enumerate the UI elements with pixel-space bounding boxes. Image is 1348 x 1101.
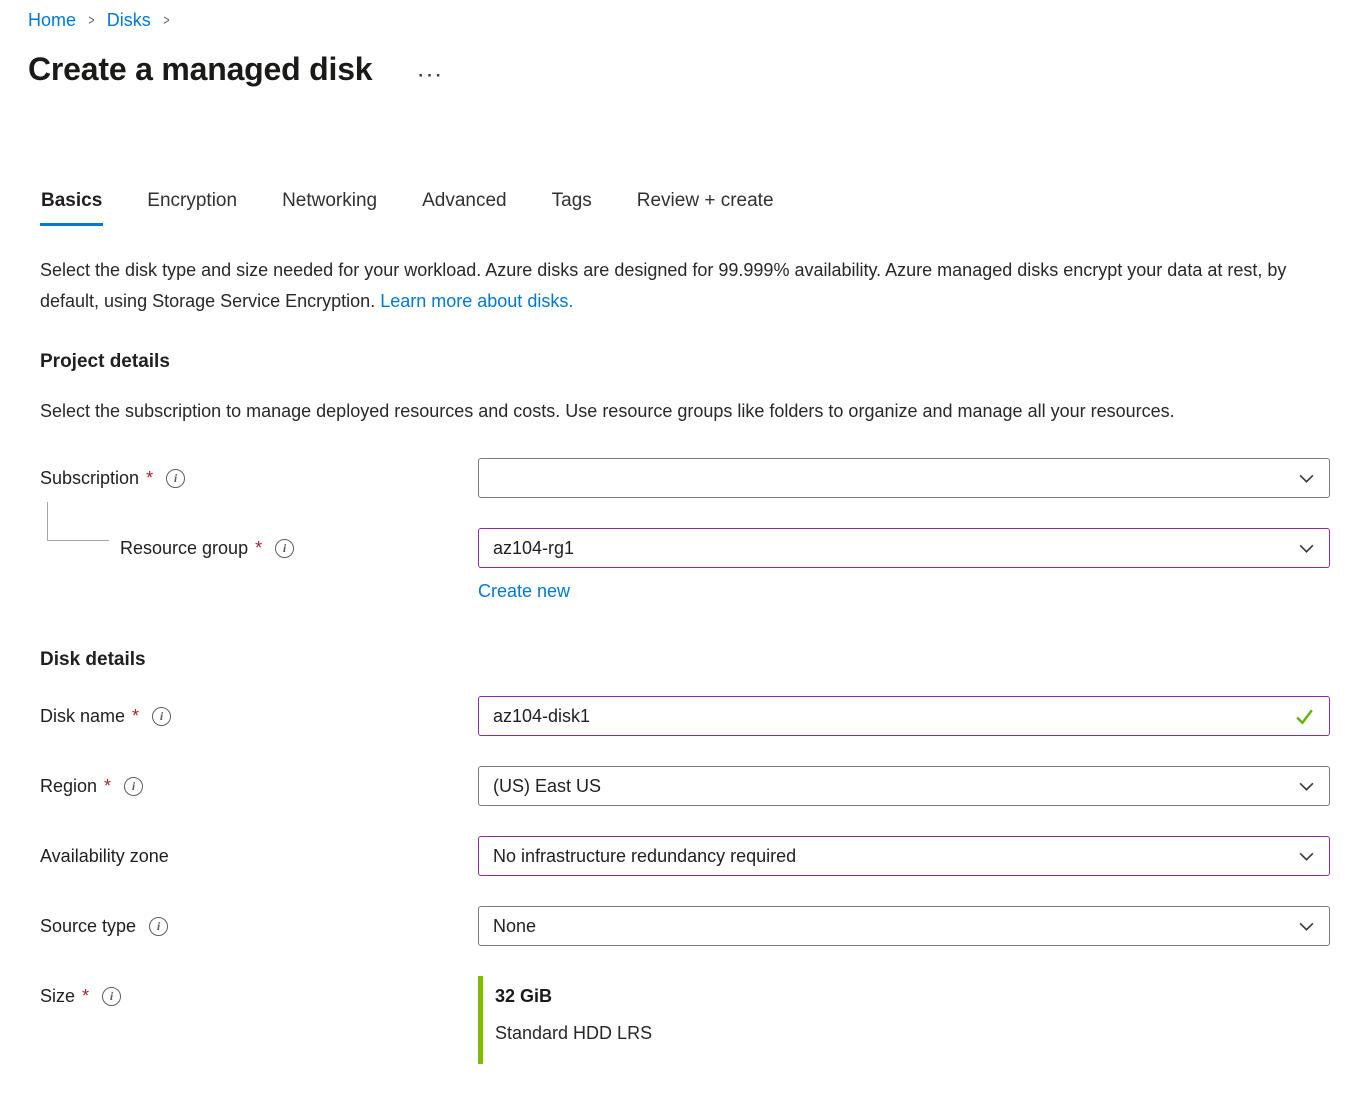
source-type-label-text: Source type [40,916,136,937]
info-icon[interactable] [152,707,171,726]
subscription-resource-group-connector [47,502,109,541]
subscription-row: Subscription * [40,458,1348,498]
more-options-icon[interactable]: ··· [418,67,444,84]
info-icon[interactable] [275,539,294,558]
info-icon[interactable] [102,987,121,1006]
size-summary[interactable]: 32 GiB Standard HDD LRS [478,976,652,1064]
resource-group-row: Resource group * az104-rg1 Create new [40,528,1348,602]
learn-more-link[interactable]: Learn more about disks. [380,291,573,311]
availability-zone-value: No infrastructure redundancy required [493,846,796,867]
required-asterisk: * [146,468,153,489]
size-row: Size * 32 GiB Standard HDD LRS [40,976,1348,1064]
breadcrumb-disks-link[interactable]: Disks [107,10,151,31]
size-sku: Standard HDD LRS [495,1022,652,1044]
create-new-resource-group-link[interactable]: Create new [478,581,570,602]
subscription-dropdown[interactable] [478,458,1330,498]
tab-review-create[interactable]: Review + create [636,190,775,226]
size-value: 32 GiB [495,985,652,1007]
chevron-down-icon [1298,918,1315,935]
region-row: Region * (US) East US [40,766,1348,806]
source-type-dropdown[interactable]: None [478,906,1330,946]
required-asterisk: * [104,776,111,797]
resource-group-value: az104-rg1 [493,538,574,559]
info-icon[interactable] [124,777,143,796]
tab-encryption[interactable]: Encryption [146,190,238,226]
subscription-label-text: Subscription [40,468,139,489]
chevron-down-icon [1298,470,1315,487]
intro-text: Select the disk type and size needed for… [40,255,1308,317]
availability-zone-dropdown[interactable]: No infrastructure redundancy required [478,836,1330,876]
tab-basics[interactable]: Basics [40,190,103,226]
info-icon[interactable] [166,469,185,488]
title-row: Create a managed disk ··· [28,51,1348,88]
size-label-text: Size [40,986,75,1007]
required-asterisk: * [255,538,262,559]
size-label: Size * [40,976,478,1016]
valid-check-icon [1294,706,1315,727]
chevron-down-icon [1298,540,1315,557]
tab-networking[interactable]: Networking [281,190,378,226]
required-asterisk: * [82,986,89,1007]
intro-body: Select the disk type and size needed for… [40,260,1286,311]
project-details-form: Subscription * Resource group * az104-rg… [40,458,1348,602]
disk-details-heading: Disk details [40,649,1348,671]
availability-zone-label: Availability zone [40,836,478,876]
region-label-text: Region [40,776,97,797]
disk-name-label: Disk name * [40,696,478,736]
availability-zone-label-text: Availability zone [40,846,169,867]
required-asterisk: * [132,706,139,727]
breadcrumb: Home > Disks > [0,0,1348,31]
breadcrumb-home-link[interactable]: Home [28,10,76,31]
region-dropdown[interactable]: (US) East US [478,766,1330,806]
resource-group-label-text: Resource group [120,538,248,559]
disk-name-input[interactable] [493,706,1286,727]
availability-zone-row: Availability zone No infrastructure redu… [40,836,1348,876]
resource-group-dropdown[interactable]: az104-rg1 [478,528,1330,568]
disk-name-row: Disk name * [40,696,1348,736]
source-type-value: None [493,916,536,937]
page-title: Create a managed disk [28,51,372,88]
disk-name-field [478,696,1330,736]
disk-details-form: Disk name * Region * (US) East US Availa… [40,696,1348,1064]
subscription-label: Subscription * [40,458,478,498]
tab-bar: Basics Encryption Networking Advanced Ta… [40,190,1348,226]
source-type-row: Source type None [40,906,1348,946]
tab-advanced[interactable]: Advanced [421,190,508,226]
region-value: (US) East US [493,776,601,797]
info-icon[interactable] [149,917,168,936]
tab-tags[interactable]: Tags [551,190,593,226]
chevron-down-icon [1298,778,1315,795]
chevron-down-icon [1298,848,1315,865]
breadcrumb-separator-icon: > [88,12,94,29]
project-details-heading: Project details [40,351,1348,373]
region-label: Region * [40,766,478,806]
disk-name-label-text: Disk name [40,706,125,727]
source-type-label: Source type [40,906,478,946]
breadcrumb-separator-icon: > [163,12,169,29]
project-details-description: Select the subscription to manage deploy… [40,396,1308,427]
